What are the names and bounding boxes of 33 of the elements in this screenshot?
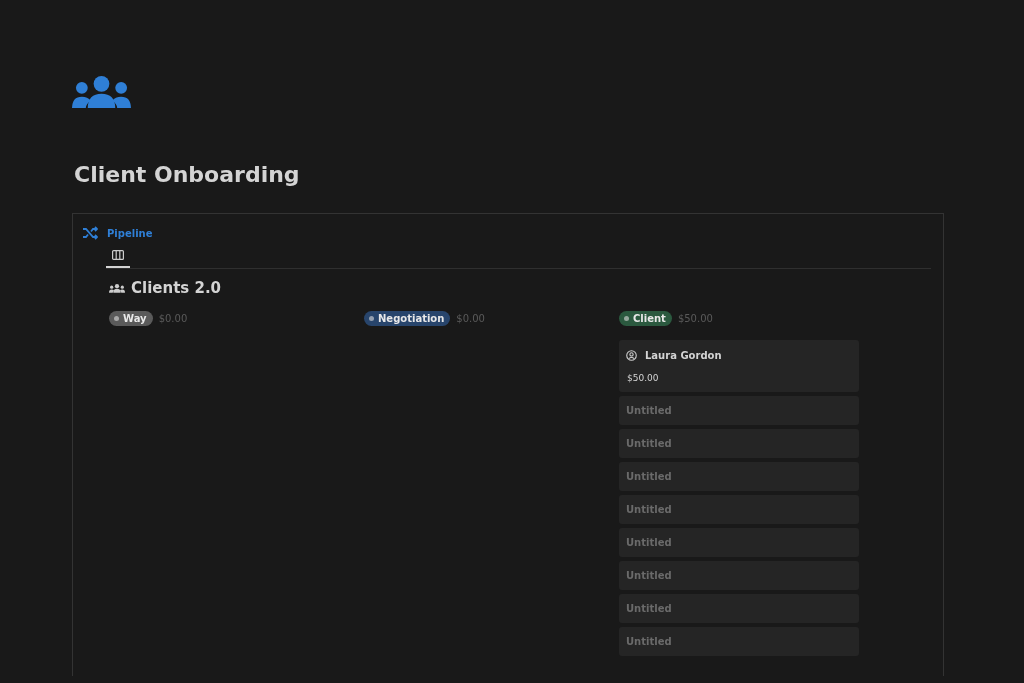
status-tag: Client [619, 311, 672, 327]
status-tag: Way [109, 311, 153, 327]
card-title: Untitled [626, 471, 673, 483]
card-title: Untitled [626, 537, 673, 549]
section-title[interactable]: Pipeline [107, 227, 153, 239]
card-title: Untitled [626, 405, 673, 417]
status-tag: Negotiation [364, 311, 451, 327]
database-title: Clients 2.0 [131, 279, 222, 298]
board-card[interactable]: Untitled [619, 462, 859, 492]
page-title: Client Onboarding [74, 162, 301, 188]
card-title: Untitled [626, 636, 673, 648]
board-card[interactable]: Untitled [619, 495, 859, 525]
board-card[interactable]: Laura Gordon $50.00 [619, 340, 859, 393]
board-icon [112, 250, 124, 261]
card-title: Untitled [626, 504, 673, 516]
group-total: $0.00 [158, 313, 188, 325]
card-title: Untitled [626, 570, 673, 582]
group-total: $50.00 [677, 313, 713, 325]
shuffle-icon [82, 226, 98, 241]
card-amount: $50.00 [627, 373, 660, 384]
board-card[interactable]: Untitled [619, 561, 859, 591]
board-card[interactable]: Untitled [619, 528, 859, 558]
card-title: Laura Gordon [645, 350, 722, 362]
card-title: Untitled [626, 603, 673, 615]
card-title: Untitled [626, 438, 673, 450]
board-card[interactable]: Untitled [619, 594, 859, 624]
group-total: $0.00 [456, 313, 485, 325]
board-card[interactable]: Untitled [619, 396, 859, 426]
people-icon [72, 76, 131, 109]
person-icon [626, 350, 637, 362]
people-icon [109, 284, 125, 293]
board-card[interactable]: Untitled [619, 429, 859, 459]
board-card[interactable]: Untitled [619, 627, 859, 657]
